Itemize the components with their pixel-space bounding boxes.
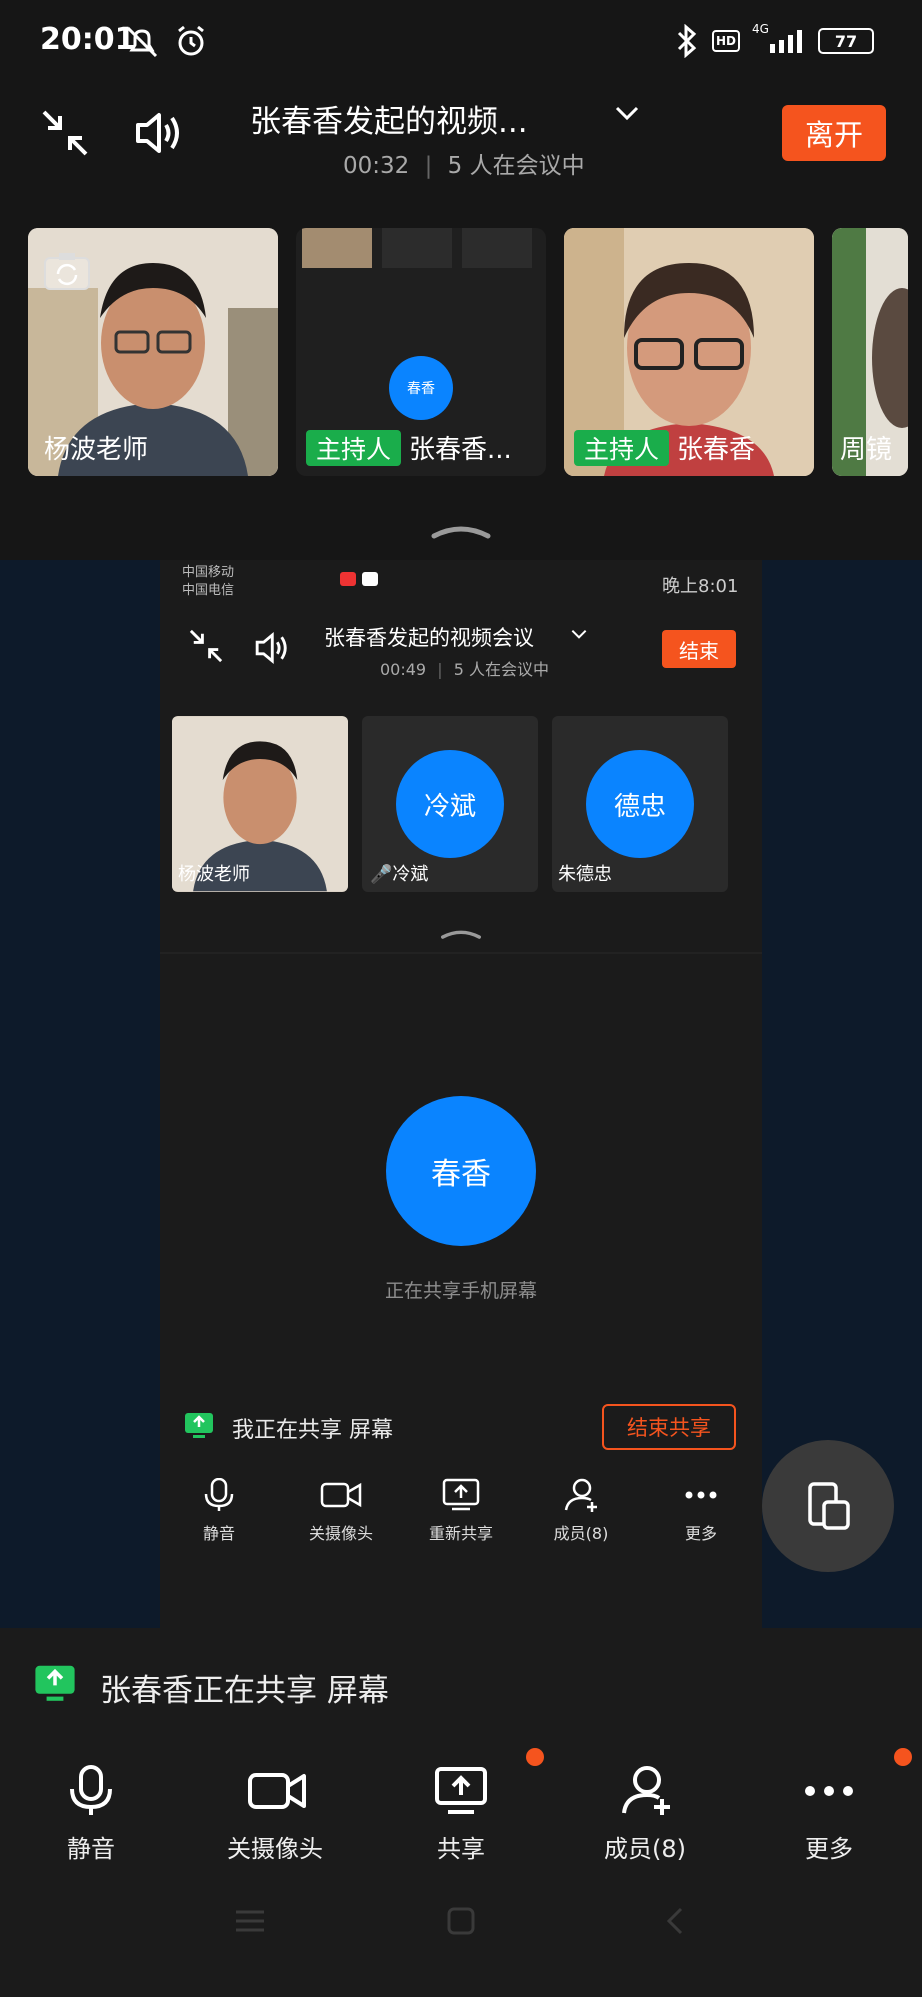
minimize-icon xyxy=(188,628,224,664)
participant-name: 🎤冷斌 xyxy=(370,864,429,885)
participant-name: 周镜 xyxy=(840,435,893,465)
participant-name: 主持人 张春香... xyxy=(306,429,512,466)
host-badge: 主持人 xyxy=(306,430,402,466)
mic-icon xyxy=(70,1765,112,1815)
avatar: 春香 xyxy=(389,356,453,420)
camera-icon xyxy=(248,1773,306,1809)
inner-meeting-title: 张春香发起的视频会议 xyxy=(324,626,534,650)
elapsed-time: 00:32 xyxy=(343,153,410,179)
main-avatar: 春香 xyxy=(386,1096,536,1246)
mute-notifications-icon xyxy=(124,26,160,58)
leave-button[interactable]: 离开 xyxy=(782,105,886,161)
host-badge: 主持人 xyxy=(574,430,670,466)
more-icon xyxy=(805,1786,853,1796)
mini-tile xyxy=(462,228,532,268)
camera-toggle-button[interactable]: 关摄像头 xyxy=(200,1765,350,1864)
chevron-down-icon[interactable] xyxy=(614,104,640,122)
mute-button[interactable]: 静音 xyxy=(16,1765,166,1864)
avatar: 德忠 xyxy=(586,750,694,858)
record-icon xyxy=(340,572,356,586)
meeting-title[interactable]: 张春香发起的视频... xyxy=(250,96,610,141)
switch-camera-icon[interactable] xyxy=(42,250,92,292)
inner-members-button: 成员(8) xyxy=(526,1478,636,1544)
inner-reshare-button: 重新共享 xyxy=(406,1478,516,1544)
hd-icon: HD xyxy=(712,30,740,52)
notification-dot xyxy=(894,1748,912,1766)
inner-participant-thumb: 冷斌 🎤冷斌 xyxy=(362,716,538,892)
inner-more-button: 更多 xyxy=(646,1478,756,1544)
separator: | xyxy=(424,153,433,179)
members-button[interactable]: 成员(8) xyxy=(570,1765,720,1864)
divider xyxy=(160,952,762,954)
stop-share-button: 结束共享 xyxy=(602,1404,736,1450)
inner-participant-thumb: 德忠 朱德忠 xyxy=(552,716,728,892)
inner-participant-thumb: 杨波老师 xyxy=(172,716,348,892)
participant-name: 杨波老师 xyxy=(44,435,149,465)
meeting-status: 00:32 | 5 人在会议中 xyxy=(343,146,585,180)
speaker-icon[interactable] xyxy=(134,108,186,158)
app-icon xyxy=(362,572,378,586)
share-screen-icon xyxy=(184,1412,214,1440)
switch-view-button[interactable] xyxy=(762,1440,894,1572)
camera-icon xyxy=(320,1482,362,1508)
battery-icon: 77 xyxy=(818,28,874,54)
inner-camera-button: 关摄像头 xyxy=(286,1478,396,1544)
mini-video xyxy=(302,228,372,268)
members-icon xyxy=(564,1478,597,1512)
chevron-down-icon xyxy=(570,628,588,640)
mic-muted-icon: 🎤 xyxy=(370,864,393,885)
notification-dot xyxy=(526,1748,544,1766)
back-nav-icon[interactable] xyxy=(664,1906,686,1936)
mic-icon xyxy=(204,1478,234,1511)
bluetooth-icon xyxy=(676,24,698,58)
participant-name: 杨波老师 xyxy=(178,864,250,885)
more-button[interactable]: 更多 xyxy=(754,1765,904,1864)
inner-carrier: 中国移动 中国电信 xyxy=(182,565,235,598)
inner-mute-button: 静音 xyxy=(164,1478,274,1544)
chevron-up-icon[interactable] xyxy=(430,520,492,540)
inner-meeting-status: 00:49 | 5 人在会议中 xyxy=(380,660,549,679)
participant-thumb[interactable]: 主持人 张春香 xyxy=(564,228,814,476)
menu-nav-icon[interactable] xyxy=(234,1908,266,1934)
participant-thumb[interactable]: 周镜 xyxy=(832,228,908,476)
inner-banner-text: 我正在共享 屏幕 xyxy=(232,1418,393,1443)
inner-time: 晚上8:01 xyxy=(662,576,739,597)
status-time: 20:01 xyxy=(40,22,136,57)
mini-tile xyxy=(382,228,452,268)
alarm-icon xyxy=(174,24,208,58)
share-icon xyxy=(442,1478,480,1511)
minimize-icon[interactable] xyxy=(40,108,90,158)
participant-thumb[interactable]: 杨波老师 xyxy=(28,228,278,476)
participant-name: 朱德忠 xyxy=(558,864,612,885)
speaker-icon xyxy=(254,630,292,666)
inner-end-button: 结束 xyxy=(662,630,736,668)
battery-level: 77 xyxy=(834,31,858,51)
avatar: 冷斌 xyxy=(396,750,504,858)
share-screen-icon xyxy=(435,1767,487,1814)
home-nav-icon[interactable] xyxy=(446,1906,476,1936)
chevron-up-icon xyxy=(440,926,482,940)
participant-thumb[interactable]: 春香 主持人 张春香... xyxy=(296,228,546,476)
share-button[interactable]: 共享 xyxy=(386,1765,536,1864)
participant-count: 5 人在会议中 xyxy=(447,153,585,179)
switch-view-icon xyxy=(808,1482,850,1530)
share-status-text: 张春香正在共享 屏幕 xyxy=(100,1673,389,1709)
signal-icon xyxy=(766,28,808,54)
sharing-status-text: 正在共享手机屏幕 xyxy=(384,1280,537,1302)
share-screen-icon xyxy=(34,1664,76,1704)
participant-name: 主持人 张春香 xyxy=(574,429,755,466)
more-icon xyxy=(685,1491,717,1499)
add-member-icon xyxy=(622,1766,670,1815)
